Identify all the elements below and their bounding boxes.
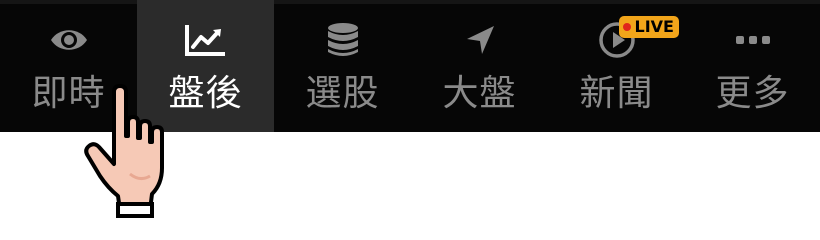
tab-label: 選股 <box>305 73 380 114</box>
database-icon <box>319 20 367 60</box>
tab-label: 更多 <box>715 73 790 114</box>
navigation-arrow-icon <box>456 20 504 60</box>
chart-line-icon <box>182 20 230 60</box>
live-dot-icon <box>622 23 631 31</box>
pointing-hand-cursor-icon <box>84 84 164 218</box>
tab-label: 新聞 <box>579 73 654 114</box>
eye-icon <box>45 20 93 60</box>
play-circle-icon: LIVE <box>593 16 679 60</box>
tab-news[interactable]: LIVE 新聞 <box>548 0 685 132</box>
tab-more[interactable]: 更多 <box>685 0 820 132</box>
tab-stock-picker[interactable]: 選股 <box>274 0 411 132</box>
tab-market[interactable]: 大盤 <box>411 0 548 132</box>
more-dots-icon <box>729 20 777 60</box>
live-badge-label: LIVE <box>634 17 674 36</box>
live-badge: LIVE <box>618 16 679 38</box>
tab-label: 大盤 <box>442 73 517 114</box>
